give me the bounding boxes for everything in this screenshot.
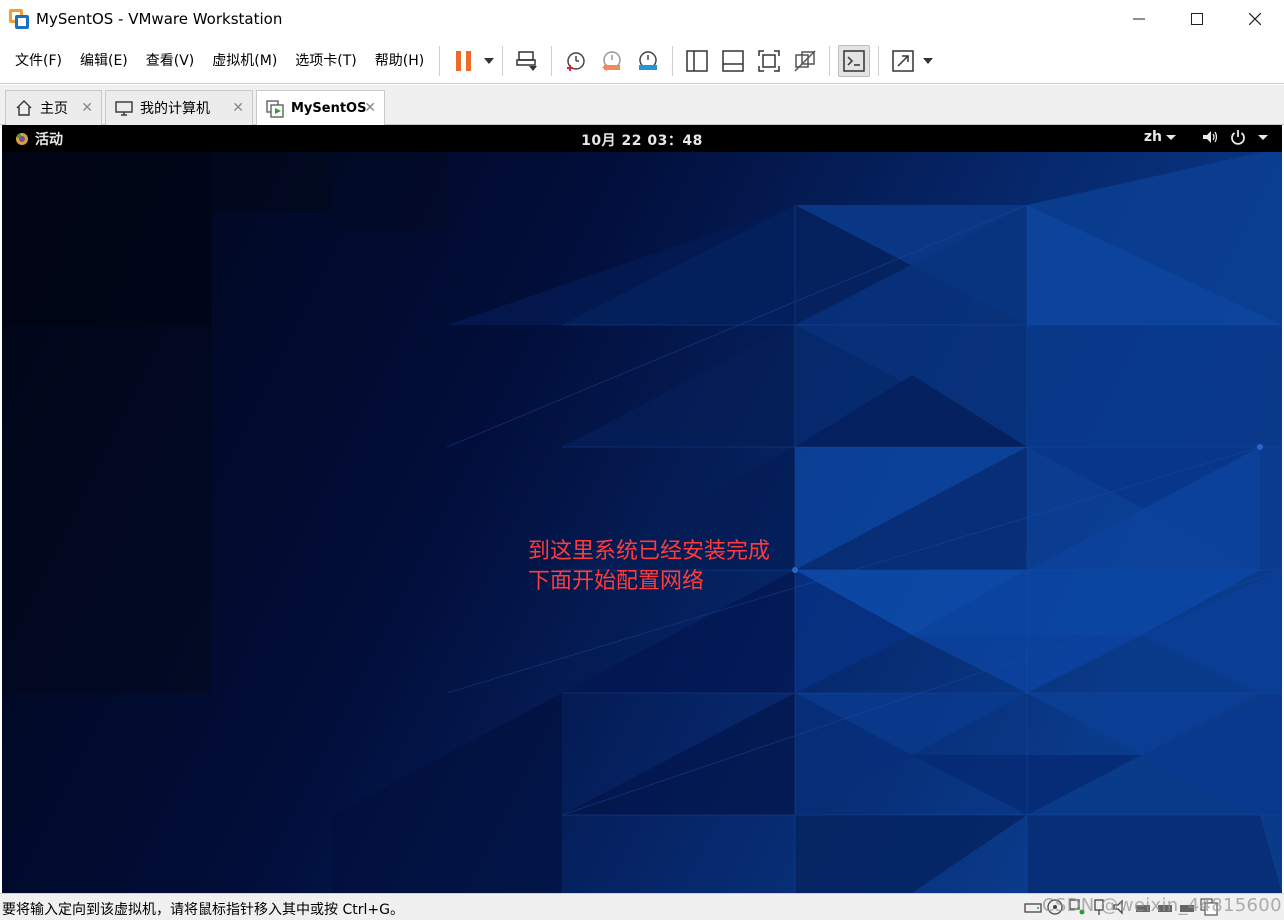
toolbar-separator: [672, 45, 674, 76]
chevron-down-icon: [923, 57, 934, 64]
show-library-button[interactable]: [681, 45, 713, 77]
revert-snapshot-button[interactable]: [596, 45, 628, 77]
power-icon[interactable]: [1230, 129, 1246, 145]
tab-close-button[interactable]: ✕: [364, 100, 376, 116]
status-message: 要将输入定向到该虚拟机，请将鼠标指针移入其中或按 Ctrl+G。: [2, 902, 404, 918]
snapshot-manager-icon: [639, 50, 658, 70]
vm-running-icon: [265, 99, 285, 119]
tab-label: 主页: [40, 101, 68, 117]
expand-icon: [892, 49, 914, 72]
stretch-dropdown-button[interactable]: [921, 45, 935, 77]
full-screen-button[interactable]: [753, 45, 785, 77]
send-ctrl-alt-del-button[interactable]: [511, 45, 543, 77]
tab-mysentos[interactable]: MySentOS ✕: [256, 90, 385, 126]
monitor-icon: [114, 98, 134, 118]
keyboard-send-icon: [516, 50, 538, 71]
maximize-button[interactable]: [1168, 0, 1226, 38]
chevron-down-icon: [1166, 134, 1176, 140]
toolbar-separator: [502, 45, 504, 76]
toolbar-separator: [878, 45, 880, 76]
console-view-button[interactable]: [838, 44, 871, 77]
annotation-line-1: 到这里系统已经安装完成: [528, 539, 771, 564]
desktop-wallpaper: [2, 125, 1282, 893]
toolbar-separator: [829, 45, 831, 76]
tab-label: MySentOS: [291, 101, 367, 116]
menu-vm[interactable]: 虚拟机(M): [203, 45, 286, 77]
gnome-top-bar: 活动 10月 22 03：48 zh: [2, 125, 1282, 152]
chevron-down-icon: [1258, 134, 1268, 140]
tab-label: 我的计算机: [140, 101, 210, 117]
revert-snapshot-icon: [602, 50, 621, 71]
menu-bar: 文件(F) 编辑(E) 查看(V) 虚拟机(M) 选项卡(T) 帮助(H): [0, 38, 1284, 84]
hard-disk-icon[interactable]: [1024, 898, 1042, 916]
close-button[interactable]: [1226, 0, 1284, 38]
volume-icon[interactable]: [1202, 130, 1218, 144]
fullscreen-icon: [758, 49, 780, 72]
watermark-text: CSDN @weixin_44815600: [1042, 895, 1282, 916]
system-tray: zh: [1144, 129, 1268, 145]
toolbar-separator: [439, 45, 441, 76]
snapshot-button[interactable]: [560, 45, 592, 77]
tab-close-button[interactable]: ✕: [81, 100, 93, 116]
tab-bar: 主页 ✕ 我的计算机 ✕ MySentOS ✕: [0, 85, 1284, 126]
menu-help[interactable]: 帮助(H): [366, 45, 433, 77]
pause-icon: [456, 50, 472, 71]
snapshot-manager-button[interactable]: [632, 45, 664, 77]
show-thumbnail-bar-button[interactable]: [717, 45, 749, 77]
tab-my-computer[interactable]: 我的计算机 ✕: [105, 90, 253, 125]
minimize-icon: [1133, 18, 1145, 20]
unity-button[interactable]: [789, 45, 821, 77]
chevron-down-icon: [484, 57, 495, 64]
annotation-line-2: 下面开始配置网络: [528, 569, 705, 594]
home-icon: [14, 98, 34, 118]
pause-button[interactable]: [448, 45, 480, 77]
close-icon: [1249, 13, 1261, 25]
toolbar-separator: [551, 45, 553, 76]
snapshot-clock-icon: [567, 51, 585, 71]
vm-display[interactable]: 活动 10月 22 03：48 zh 到这里系统已经安装完成 下面开始配置网络: [2, 125, 1282, 893]
vmware-logo-icon: [9, 9, 29, 29]
power-dropdown-button[interactable]: [482, 45, 496, 77]
clock-text: 10月 22 03：48: [581, 133, 703, 149]
unity-disabled-icon: [794, 49, 816, 72]
title-bar: MySentOS - VMware Workstation: [0, 0, 1284, 38]
input-language-indicator[interactable]: zh: [1144, 129, 1162, 145]
menu-edit[interactable]: 编辑(E): [71, 45, 137, 77]
clock[interactable]: 10月 22 03：48: [2, 130, 1282, 150]
menu-file[interactable]: 文件(F): [6, 45, 71, 77]
menu-tabs[interactable]: 选项卡(T): [286, 45, 365, 77]
stretch-view-button[interactable]: [887, 45, 919, 77]
window-title: MySentOS - VMware Workstation: [36, 10, 283, 28]
terminal-icon: [843, 49, 865, 72]
tab-home[interactable]: 主页 ✕: [5, 90, 102, 125]
minimize-button[interactable]: [1110, 0, 1168, 38]
sidebar-layout-icon: [686, 49, 708, 72]
annotation-text: 到这里系统已经安装完成 下面开始配置网络: [528, 537, 770, 597]
menu-view[interactable]: 查看(V): [137, 45, 204, 77]
tab-close-button[interactable]: ✕: [232, 100, 244, 116]
bottom-panel-layout-icon: [722, 49, 744, 72]
maximize-icon: [1191, 13, 1203, 25]
